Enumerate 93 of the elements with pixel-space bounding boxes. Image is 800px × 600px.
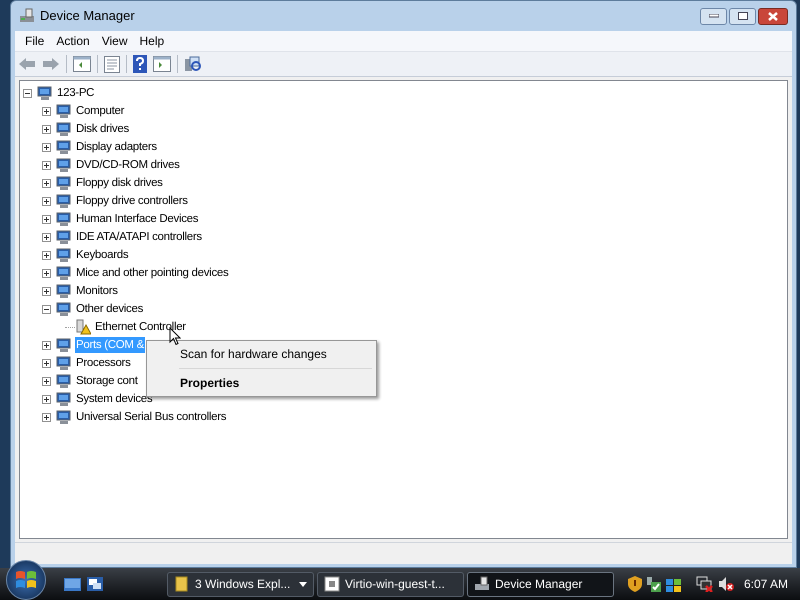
taskbar-button[interactable]: Device Manager <box>467 572 614 596</box>
expand-icon[interactable] <box>42 358 51 368</box>
expand-icon[interactable] <box>42 340 51 350</box>
taskbar-label: Virtio-win-guest-t... <box>345 576 445 593</box>
device-icon <box>56 103 72 119</box>
dropdown-caret-icon[interactable] <box>299 582 307 586</box>
expand-icon[interactable] <box>42 232 51 242</box>
taskbar-button[interactable]: Virtio-win-guest-t... <box>317 572 464 596</box>
taskbar-button[interactable]: 3 Windows Expl... <box>167 572 314 596</box>
tree-item[interactable]: Floppy drive controllers <box>75 193 189 209</box>
windows-logo-icon <box>15 570 37 590</box>
tree-item[interactable]: Other devices <box>75 301 144 317</box>
tree-item[interactable]: Ethernet Controller <box>94 319 187 335</box>
expand-icon[interactable] <box>42 250 51 260</box>
menu-item[interactable]: Scan for hardware changes <box>149 343 374 365</box>
tree-item[interactable]: Disk drives <box>75 121 130 137</box>
tree-item[interactable]: Storage cont <box>75 373 139 389</box>
expand-icon[interactable] <box>42 286 51 296</box>
close-button[interactable] <box>758 8 788 24</box>
tree-item[interactable]: 123-PC <box>56 85 96 101</box>
device-manager-icon <box>474 576 490 592</box>
device-icon <box>56 337 72 353</box>
tree-item[interactable]: Floppy disk drives <box>75 175 164 191</box>
expand-icon[interactable] <box>42 142 51 152</box>
maximize-button[interactable] <box>729 8 756 24</box>
expand-icon[interactable] <box>42 394 51 404</box>
tree-item[interactable]: Mice and other pointing devices <box>75 265 230 281</box>
collapse-icon[interactable] <box>23 88 32 98</box>
tree-item[interactable]: Monitors <box>75 283 119 299</box>
expand-icon[interactable] <box>42 214 51 224</box>
device-icon <box>56 121 72 137</box>
console-tree-icon[interactable] <box>73 56 91 72</box>
device-icon <box>56 175 72 191</box>
device-icon <box>56 139 72 155</box>
device-icon <box>56 373 72 389</box>
network-disconnected-icon[interactable] <box>696 576 714 592</box>
tree-item[interactable]: Computer <box>75 103 126 119</box>
expand-icon[interactable] <box>42 376 51 386</box>
switch-windows-icon[interactable] <box>87 577 103 591</box>
device-icon <box>56 409 72 425</box>
device-icon <box>56 301 72 317</box>
device-icon <box>56 193 72 209</box>
device-icon <box>56 265 72 281</box>
device-icon <box>37 85 53 101</box>
clock[interactable]: 6:07 AM <box>744 575 788 593</box>
tree-item[interactable]: Processors <box>75 355 132 371</box>
shield-icon[interactable] <box>628 576 642 592</box>
device-icon <box>56 247 72 263</box>
close-icon <box>768 12 778 20</box>
taskbar-label: Device Manager <box>495 576 582 593</box>
device-icon <box>56 229 72 245</box>
expand-icon[interactable] <box>42 196 51 206</box>
tree-item[interactable]: IDE ATA/ATAPI controllers <box>75 229 203 245</box>
menu-item[interactable]: File <box>19 32 50 50</box>
scan-hardware-icon[interactable] <box>184 56 202 72</box>
tree-item[interactable]: System devices <box>75 391 154 407</box>
maximize-icon <box>738 12 748 20</box>
expand-icon[interactable] <box>42 160 51 170</box>
tree-item[interactable]: Universal Serial Bus controllers <box>75 409 228 425</box>
device-icon <box>56 211 72 227</box>
device-icon <box>56 283 72 299</box>
windows-flag-icon[interactable] <box>666 576 682 592</box>
tree-item[interactable]: DVD/CD-ROM drives <box>75 157 181 173</box>
taskbar-label: 3 Windows Expl... <box>195 576 290 593</box>
show-desktop-icon[interactable] <box>64 578 81 590</box>
menu-item[interactable]: Properties <box>149 372 374 394</box>
start-button[interactable] <box>6 560 46 600</box>
network-check-icon[interactable] <box>646 576 662 592</box>
tree-item[interactable]: Human Interface Devices <box>75 211 200 227</box>
tree-item[interactable]: Display adapters <box>75 139 158 155</box>
collapse-icon[interactable] <box>42 304 51 314</box>
tree-item[interactable]: Keyboards <box>75 247 130 263</box>
window-icon <box>324 576 340 592</box>
device-icon <box>56 157 72 173</box>
expand-icon[interactable] <box>42 412 51 422</box>
menu-item[interactable]: Action <box>50 32 96 50</box>
action-pane-icon[interactable] <box>153 56 171 72</box>
menu-item[interactable]: Help <box>134 32 170 50</box>
speaker-muted-icon[interactable] <box>718 576 734 592</box>
expand-icon[interactable] <box>42 268 51 278</box>
device-manager-icon <box>19 8 35 24</box>
minimize-icon <box>708 14 718 18</box>
minimize-button[interactable] <box>700 8 727 24</box>
device-icon <box>56 391 72 407</box>
expand-icon[interactable] <box>42 124 51 134</box>
help-icon[interactable] <box>133 55 147 73</box>
window-title: Device Manager <box>40 7 135 26</box>
device-icon <box>56 355 72 371</box>
menu-item[interactable]: View <box>96 32 134 50</box>
properties-icon[interactable] <box>104 56 120 72</box>
expand-icon[interactable] <box>42 106 51 116</box>
folder-icon <box>174 576 190 592</box>
expand-icon[interactable] <box>42 178 51 188</box>
